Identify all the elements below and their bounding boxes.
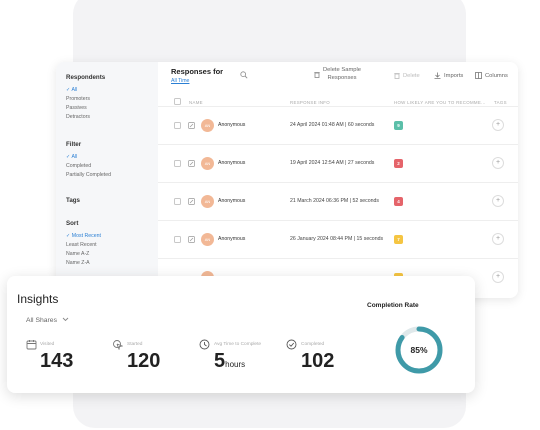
edit-icon[interactable] [188, 122, 195, 129]
sort-name-z-a[interactable]: Name Z-A [66, 260, 90, 266]
trash-icon [314, 72, 320, 78]
stat-avg-time-value: 5hours [214, 350, 245, 373]
respondent-name[interactable]: Anonymous [218, 122, 245, 128]
respondents-all[interactable]: ✓ All [66, 87, 77, 93]
trash-icon [394, 73, 400, 79]
edit-icon[interactable] [188, 160, 195, 167]
table-row[interactable]: AN Anonymous 21 March 2024 06:36 PM | 52 s… [158, 182, 518, 219]
filter-all[interactable]: ✓ All [66, 154, 77, 160]
column-header-question[interactable]: HOW LIKELY ARE YOU TO RECOMME... [394, 100, 486, 105]
nps-score-badge: 7 [394, 235, 403, 244]
avatar: AN [201, 233, 214, 246]
check-circle-icon [286, 339, 297, 350]
sidebar: Respondents ✓ All Promoters Passives Det… [56, 62, 158, 298]
period-link[interactable]: All Time [171, 78, 189, 84]
add-tag-button[interactable]: + [492, 233, 504, 245]
column-header-response-info[interactable]: RESPONSE INFO [290, 100, 330, 105]
stat-completed-value: 102 [301, 350, 335, 372]
response-info: 19 April 2024 12:54 AM | 27 seconds [290, 160, 375, 166]
columns-button[interactable]: Columns [475, 72, 508, 79]
nps-score-badge: 4 [394, 197, 403, 206]
sort-least-recent[interactable]: Least Recent [66, 242, 97, 248]
stat-completed-label: Completed [301, 342, 325, 347]
tags-heading: Tags [66, 197, 80, 204]
respondents-heading: Respondents [66, 74, 106, 81]
avatar: AN [201, 119, 214, 132]
avatar: AN [201, 195, 214, 208]
row-checkbox[interactable] [174, 160, 181, 167]
stat-visited-value: 143 [40, 350, 74, 372]
table-row[interactable]: AN Anonymous 26 January 2024 08:44 PM | 15… [158, 220, 518, 257]
completion-rate-title: Completion Rate [367, 302, 419, 309]
respondents-promoters[interactable]: Promoters [66, 96, 90, 102]
completion-rate-value: 85% [410, 345, 428, 355]
nps-score-badge: 2 [394, 159, 403, 168]
calendar-icon [26, 340, 37, 350]
add-tag-button[interactable]: + [492, 271, 504, 283]
shares-dropdown[interactable]: All Shares [26, 317, 69, 324]
sort-name-a-z[interactable]: Name A-Z [66, 251, 89, 257]
filter-partially-completed[interactable]: Partially Completed [66, 172, 111, 178]
responses-main: Responses for All Time Delete Sample Res… [158, 62, 518, 298]
columns-label: Columns [485, 72, 508, 79]
respondent-name[interactable]: Anonymous [218, 198, 245, 204]
row-checkbox[interactable] [174, 236, 181, 243]
delete-sample-line2: Responses [327, 75, 357, 81]
add-tag-button[interactable]: + [492, 157, 504, 169]
respondents-detractors[interactable]: Detractors [66, 114, 90, 120]
edit-icon[interactable] [188, 236, 195, 243]
columns-icon [475, 72, 482, 79]
sort-most-recent[interactable]: ✓ Most Recent [66, 233, 101, 239]
table-row[interactable]: AN Anonymous 24 April 2024 01:48 AM | 60 s… [158, 106, 518, 143]
chevron-down-icon [62, 317, 69, 322]
insights-title: Insights [17, 292, 59, 306]
row-checkbox[interactable] [174, 122, 181, 129]
search-icon[interactable] [240, 71, 248, 79]
imports-label: Imports [444, 72, 464, 79]
clock-icon [199, 339, 210, 350]
stat-visited-label: Visited [40, 342, 55, 347]
sort-most-recent-label: Most Recent [71, 233, 101, 239]
select-all-checkbox[interactable] [174, 98, 181, 105]
stat-avg-time-number: 5 [214, 350, 226, 372]
cursor-click-icon [113, 340, 123, 350]
filter-all-label: All [71, 154, 78, 160]
add-tag-button[interactable]: + [492, 195, 504, 207]
respondents-all-label: All [71, 87, 78, 93]
imports-button[interactable]: Imports [434, 72, 463, 79]
sort-heading: Sort [66, 220, 79, 227]
delete-sample-line1: Delete Sample [323, 67, 362, 73]
stat-started-label: Started [127, 342, 143, 347]
stat-avg-time-label: Avg Time to Complete [214, 342, 262, 347]
respondents-passives[interactable]: Passives [66, 105, 87, 111]
table-row[interactable]: AN Anonymous 19 April 2024 12:54 AM | 27 s… [158, 144, 518, 181]
column-header-tags[interactable]: TAGS [494, 100, 507, 105]
filter-heading: Filter [66, 141, 82, 148]
column-header-name[interactable]: NAME [189, 100, 203, 105]
row-checkbox[interactable] [174, 198, 181, 205]
response-info: 21 March 2024 06:36 PM | 52 seconds [290, 198, 380, 204]
nps-score-badge: 9 [394, 121, 403, 130]
shares-label: All Shares [26, 317, 57, 324]
delete-label: Delete [403, 72, 420, 79]
response-info: 26 January 2024 08:44 PM | 15 seconds [290, 236, 384, 242]
stat-avg-time-unit: hours [225, 360, 246, 369]
delete-button[interactable]: Delete [394, 72, 420, 79]
add-tag-button[interactable]: + [492, 119, 504, 131]
filter-completed[interactable]: Completed [66, 163, 91, 169]
stat-started-value: 120 [127, 350, 161, 372]
respondent-name[interactable]: Anonymous [218, 160, 245, 166]
page-title: Responses for [171, 67, 224, 76]
response-info: 24 April 2024 01:48 AM | 60 seconds [290, 122, 375, 128]
delete-sample-button[interactable]: Delete Sample Responses [314, 66, 361, 82]
download-icon [434, 72, 441, 79]
responses-card: Respondents ✓ All Promoters Passives Det… [56, 62, 518, 298]
edit-icon[interactable] [188, 198, 195, 205]
respondent-name[interactable]: Anonymous [218, 236, 245, 242]
insights-card: Insights All Shares Visited 143 Started … [7, 276, 475, 393]
avatar: AN [201, 157, 214, 170]
